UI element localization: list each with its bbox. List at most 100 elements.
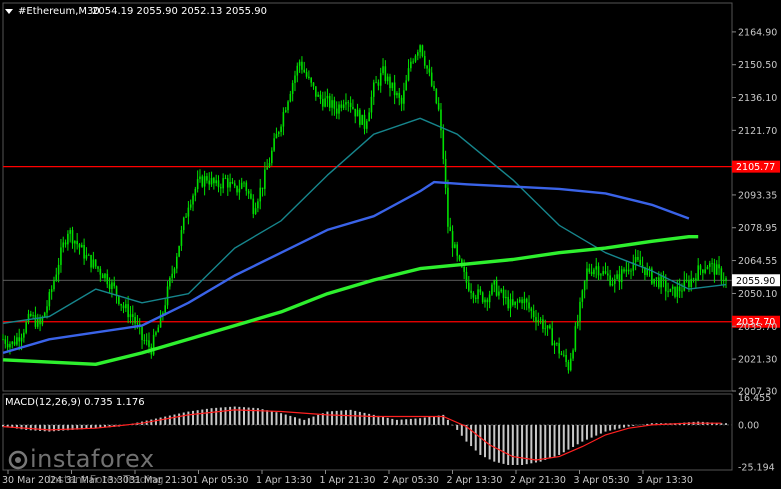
last-price-label: 2055.90 (736, 276, 775, 287)
candle-body (630, 270, 632, 272)
candle-body (586, 268, 588, 282)
macd-histogram-bar (233, 406, 236, 425)
macd-histogram-bar (48, 424, 51, 432)
candle-body (391, 82, 394, 89)
candle-body (280, 126, 282, 132)
macd-histogram-bar (196, 410, 199, 425)
candle-body (627, 269, 630, 272)
macd-histogram-bar (215, 407, 218, 425)
candle-body (384, 66, 387, 82)
macd-histogram-bar (618, 424, 621, 429)
candle-body (375, 82, 377, 84)
candle-body (312, 82, 315, 87)
macd-histogram-bar (182, 412, 185, 425)
candle-body (535, 317, 537, 322)
y-tick-label: 2136.10 (738, 93, 777, 104)
macd-histogram-bar (623, 424, 626, 428)
candle-body (435, 88, 438, 104)
macd-histogram-bar (599, 424, 602, 434)
candle-body (122, 305, 125, 309)
macd-histogram-bar (293, 417, 296, 425)
candle-body (101, 274, 104, 279)
x-tick-label: 1 Apr 13:30 (256, 475, 312, 486)
macd-histogram-bar (201, 409, 204, 425)
candle-body (363, 114, 366, 129)
candle-body (152, 334, 155, 355)
candle-body (62, 242, 65, 248)
candle-body (108, 284, 111, 290)
macd-histogram-bar (187, 411, 190, 425)
candle-body (556, 343, 558, 344)
candle-body (396, 93, 398, 96)
price-chart[interactable]: 2105.772037.702055.90 2164.902150.502136… (0, 0, 781, 489)
candle-body (708, 263, 711, 267)
candle-body (595, 266, 598, 270)
candle-body (412, 61, 414, 63)
candle-body (389, 76, 391, 89)
candle-body (175, 256, 178, 269)
candle-body (301, 61, 303, 70)
candle-body (247, 190, 250, 194)
candle-body (500, 289, 503, 292)
candle-body (477, 289, 479, 299)
candle-body (226, 178, 229, 188)
candle-body (76, 240, 78, 245)
macd-histogram-bar (544, 424, 547, 460)
candle-body (692, 278, 695, 280)
candle-body (405, 80, 408, 91)
candle-body (725, 278, 727, 282)
candle-body (674, 286, 676, 297)
candle-body (685, 279, 688, 281)
candle-body (623, 269, 625, 272)
candle-body (713, 263, 716, 275)
candle-body (588, 268, 591, 272)
macd-histogram-bar (493, 424, 496, 462)
macd-histogram-bar (497, 424, 500, 463)
candle-body (308, 76, 310, 78)
x-tick-label: 2 Apr 05:30 (383, 475, 439, 486)
candle-body (169, 277, 171, 287)
candle-body (349, 102, 352, 108)
candle-body (551, 328, 554, 346)
y-tick-label: 2164.90 (738, 27, 777, 38)
candle-body (324, 98, 326, 107)
macd-histogram-bar (331, 411, 334, 425)
candle-body (458, 255, 461, 260)
candle-body (143, 340, 146, 341)
ohlc-values: 2054.19 2055.90 2052.13 2055.90 (92, 6, 267, 17)
macd-histogram-bar (382, 416, 385, 425)
candle-body (315, 86, 317, 97)
candle-body (521, 299, 523, 304)
candle-body (699, 265, 702, 270)
candle-body (196, 179, 199, 189)
candle-body (414, 55, 417, 62)
candle-body (57, 264, 60, 275)
chart-background (0, 0, 781, 489)
macd-histogram-bar (344, 410, 347, 425)
candle-body (690, 278, 693, 288)
macd-histogram-bar (25, 424, 28, 430)
candle-body (484, 299, 486, 303)
y-tick-label: 2035.70 (738, 322, 777, 333)
candle-body (488, 294, 491, 303)
candle-body (157, 327, 160, 333)
candle-body (94, 259, 97, 267)
candle-body (127, 304, 129, 318)
candle-body (370, 96, 373, 113)
candle-body (688, 280, 690, 288)
candle-body (569, 358, 572, 371)
candle-body (34, 315, 37, 327)
candle-body (319, 94, 322, 99)
candle-body (574, 326, 577, 351)
macd-histogram-bar (595, 424, 598, 436)
candle-body (264, 169, 266, 189)
candle-body (400, 97, 403, 104)
candle-body (542, 319, 544, 329)
candle-body (433, 85, 435, 89)
macd-histogram-bar (400, 419, 403, 425)
candle-body (298, 61, 301, 66)
candle-body (639, 259, 642, 266)
macd-histogram-bar (303, 419, 306, 425)
candle-body (704, 269, 706, 273)
candle-body (67, 233, 69, 245)
